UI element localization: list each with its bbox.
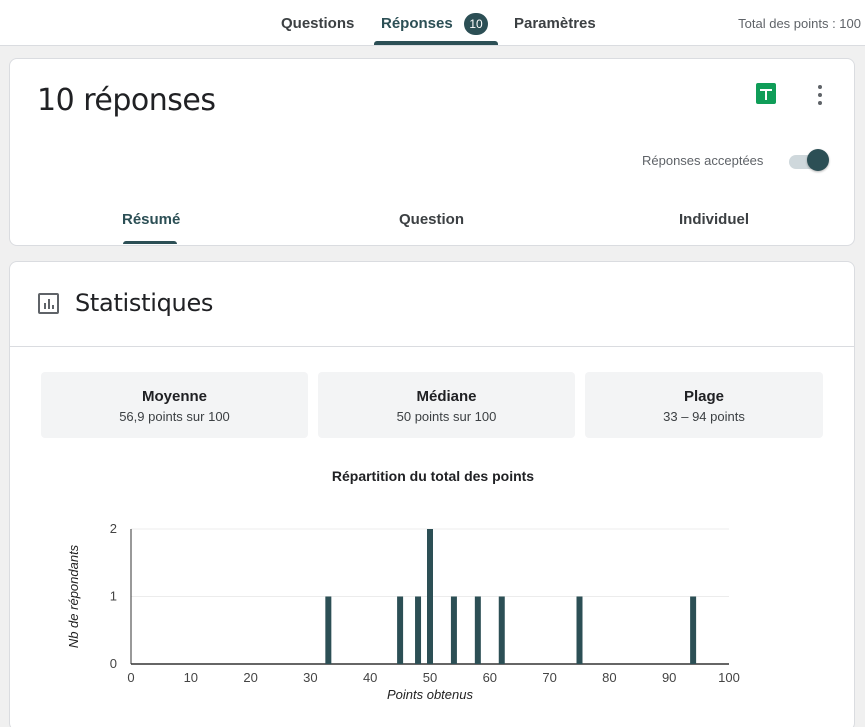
tab-questions[interactable]: Questions (281, 0, 354, 46)
x-tick-label: 90 (662, 670, 676, 685)
bar (474, 596, 481, 664)
x-tick-label: 20 (243, 670, 257, 685)
responses-title: 10 réponses (37, 83, 216, 118)
total-points: Total des points : 100 (738, 16, 861, 31)
y-tick-label: 0 (110, 656, 117, 671)
accept-responses-toggle[interactable] (787, 149, 829, 173)
bar (415, 596, 422, 664)
sheets-icon[interactable] (756, 83, 776, 104)
x-tick-label: 100 (718, 670, 740, 685)
x-tick-label: 50 (423, 670, 437, 685)
y-tick-label: 2 (110, 521, 117, 536)
x-axis-label: Points obtenus (387, 687, 474, 702)
points-distribution-chart: 0120 10 20 30 40 50 60 70 80 90 100Points obtenusN… (66, 521, 740, 702)
summary-tab-indicator (123, 241, 177, 244)
x-tick-label: 0 (127, 670, 134, 685)
responses-count-badge: 10 (464, 13, 488, 35)
bar (498, 596, 505, 664)
tab-summary[interactable]: Résumé (122, 211, 180, 228)
x-tick-label: 30 (303, 670, 317, 685)
x-tick-label: 60 (483, 670, 497, 685)
bar (397, 596, 404, 664)
x-tick-label: 80 (602, 670, 616, 685)
accept-responses-label: Réponses acceptées (642, 153, 764, 168)
bar (576, 596, 583, 664)
top-nav: Questions Réponses 10 Paramètres Total d… (0, 0, 865, 46)
y-axis-label: Nb de répondants (66, 544, 81, 648)
y-tick-label: 1 (110, 589, 117, 604)
x-tick-label: 40 (363, 670, 377, 685)
tab-settings[interactable]: Paramètres (514, 0, 596, 46)
active-tab-indicator (374, 41, 498, 45)
statistics-card: Statistiques Moyenne 56,9 points sur 100… (9, 261, 855, 727)
x-tick-label: 70 (542, 670, 556, 685)
tab-responses[interactable]: Réponses (381, 0, 453, 46)
bar (690, 596, 697, 664)
x-tick-label: 10 (184, 670, 198, 685)
responses-summary-card: 10 réponses Réponses acceptées Résumé Qu… (9, 58, 855, 246)
more-options-icon[interactable] (811, 83, 829, 107)
bar (427, 529, 433, 664)
bar (325, 596, 332, 664)
bar (450, 596, 457, 664)
tab-individual[interactable]: Individuel (679, 211, 749, 228)
tab-question[interactable]: Question (399, 211, 464, 228)
